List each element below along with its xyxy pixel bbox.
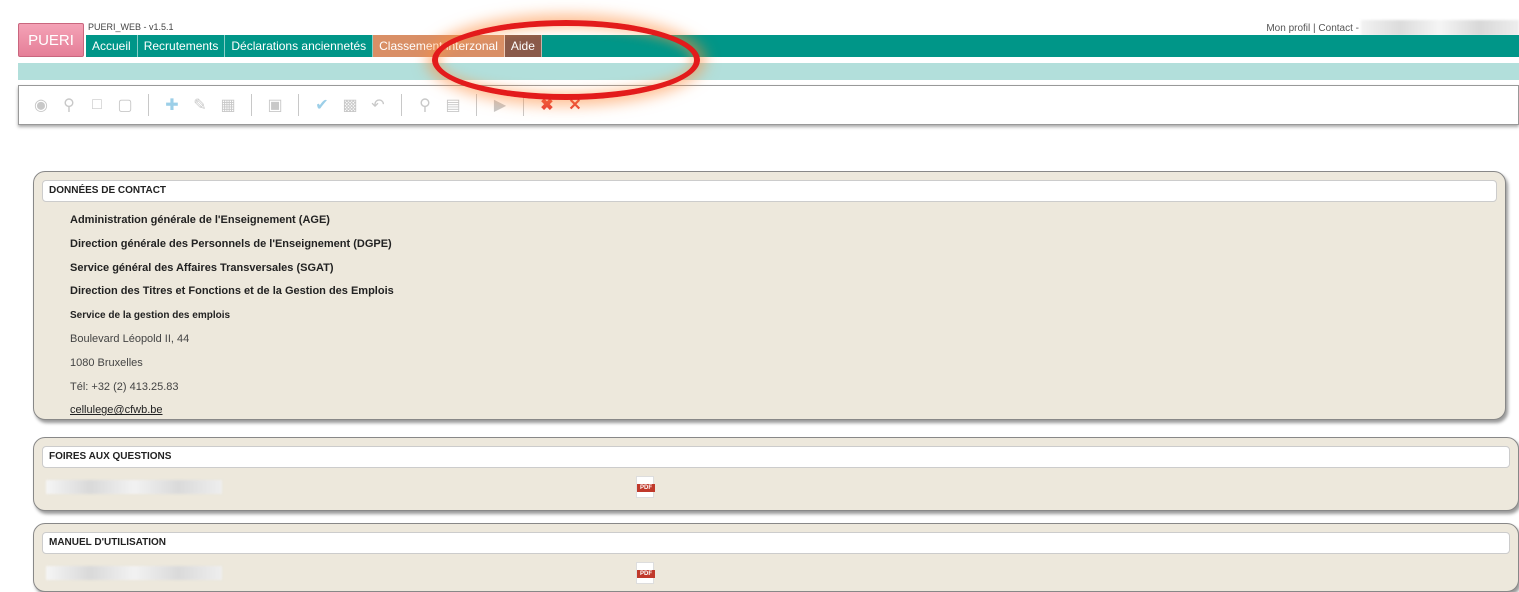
contact-line-dgpe: Direction générale des Personnels de l'E… <box>70 237 392 250</box>
binoculars-icon[interactable]: ◉ <box>30 94 52 116</box>
toolbar-divider <box>148 94 149 116</box>
main-nav: Accueil Recrutements Déclarations ancien… <box>86 35 1519 57</box>
contact-details: Administration générale de l'Enseignemen… <box>34 202 1505 423</box>
nav-accueil[interactable]: Accueil <box>86 35 138 57</box>
contact-city: 1080 Bruxelles <box>70 356 143 369</box>
toolbar-divider <box>523 94 524 116</box>
close-all-icon[interactable]: ✖ <box>536 94 558 116</box>
nav-classement-interzonal[interactable]: Classement interzonal <box>373 35 505 57</box>
add-icon[interactable]: ✚ <box>161 94 183 116</box>
app-version: PUERI_WEB - v1.5.1 <box>88 22 174 32</box>
contact-panel-title: DONNÉES DE CONTACT <box>42 180 1497 202</box>
contact-panel: DONNÉES DE CONTACT Administration généra… <box>33 171 1506 420</box>
contact-email-link[interactable]: cellulege@cfwb.be <box>70 404 163 416</box>
link-separator: | <box>1313 23 1316 34</box>
save-icon[interactable]: ▩ <box>339 94 361 116</box>
manuel-panel-title: MANUEL D'UTILISATION <box>42 532 1510 554</box>
contact-line-service: Service de la gestion des emplois <box>70 310 231 322</box>
faq-panel-title: FOIRES AUX QUESTIONS <box>42 446 1510 468</box>
blurred-doc-name <box>46 480 222 494</box>
pdf-icon-label: PDF <box>637 484 655 492</box>
blurred-doc-name <box>46 566 222 580</box>
contact-line-direction: Direction des Titres et Fonctions et de … <box>70 285 394 298</box>
contact-phone: Tél: +32 (2) 413.25.83 <box>70 380 179 393</box>
print-icon[interactable]: ▤ <box>442 94 464 116</box>
pdf-icon[interactable]: PDF <box>636 562 655 584</box>
manuel-doc-row: PDF <box>34 554 1518 592</box>
faq-panel: FOIRES AUX QUESTIONS PDF <box>33 437 1519 511</box>
pdf-icon-label: PDF <box>637 570 655 578</box>
copy-icon[interactable]: ▦ <box>217 94 239 116</box>
pdf-icon[interactable]: PDF <box>636 476 655 498</box>
faq-doc-row: PDF <box>34 468 1518 508</box>
toolbar-divider <box>251 94 252 116</box>
blurred-username <box>1361 20 1519 36</box>
contact-line-age: Administration générale de l'Enseignemen… <box>70 214 330 226</box>
edit-icon[interactable]: ✎ <box>189 94 211 116</box>
sub-navbar <box>18 63 1519 80</box>
toolbar-divider <box>476 94 477 116</box>
nav-aide[interactable]: Aide <box>504 35 542 57</box>
check-icon[interactable]: ✔ <box>311 94 333 116</box>
nav-recrutements[interactable]: Recrutements <box>138 35 226 57</box>
toolbar-divider <box>401 94 402 116</box>
profile-link[interactable]: Mon profil <box>1266 23 1310 34</box>
toolbar-divider <box>298 94 299 116</box>
contact-address: Boulevard Léopold II, 44 <box>70 332 190 345</box>
next-icon[interactable]: ▶ <box>489 94 511 116</box>
nav-declarations-anciennetes[interactable]: Déclarations anciennetés <box>225 35 374 57</box>
action-toolbar: ◉ ⚲ □ ▢ ✚ ✎ ▦ ▣ ✔ ▩ ↶ ⚲ ▤ ▶ ✖ ✕ <box>18 85 1519 125</box>
top-links: Mon profil | Contact - <box>1266 23 1359 34</box>
app-logo[interactable]: PUERI <box>18 23 84 57</box>
manuel-panel: MANUEL D'UTILISATION PDF <box>33 523 1519 592</box>
page-icon[interactable]: ▢ <box>114 94 136 116</box>
undo-icon[interactable]: ↶ <box>367 94 389 116</box>
close-icon[interactable]: ✕ <box>564 94 586 116</box>
search-icon[interactable]: ⚲ <box>414 94 436 116</box>
contact-link[interactable]: Contact - <box>1318 23 1359 34</box>
search-doc-icon[interactable]: ⚲ <box>58 94 80 116</box>
new-doc-icon[interactable]: □ <box>86 94 108 116</box>
contact-line-sgat: Service général des Affaires Transversal… <box>70 261 334 274</box>
delete-icon[interactable]: ▣ <box>264 94 286 116</box>
